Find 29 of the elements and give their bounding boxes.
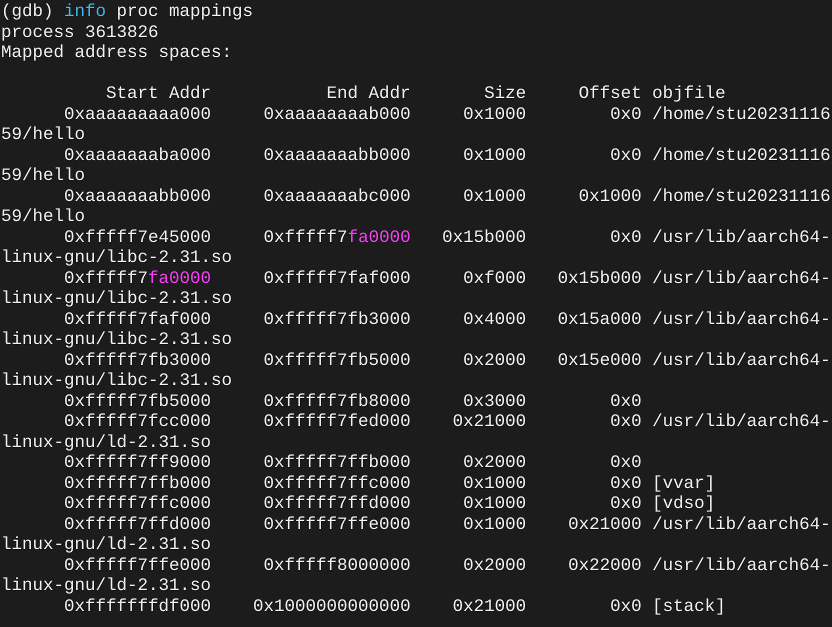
terminal-line: 0xfffff7ff9000 0xfffff7ffb000 0x2000 0x0 bbox=[63, 453, 642, 474]
terminal-line: 0xfffff7ffd000 0xfffff7ffe000 0x1000 0x21000 /usr/lib/aarch64- bbox=[63, 514, 831, 535]
terminal-line: (gdb) info proc mappings bbox=[1, 2, 254, 22]
terminal-line: linux-gnu/libc-2.31.so bbox=[1, 289, 232, 310]
terminal-line: 0xfffff7fb3000 0xfffff7fb5000 0x2000 0x15e000 /usr/lib/aarch64- bbox=[63, 350, 831, 371]
terminal-line: 0xfffffffdf000 0x1000000000000 0x21000 0x0 [stack] bbox=[63, 596, 726, 617]
terminal-line: Start Addr End Addr Size Offset objfile bbox=[105, 84, 726, 104]
terminal-line: 0xfffff7e45000 0xfffff7fa0000 0x15b000 0x0 /usr/lib/aarch64- bbox=[63, 228, 831, 248]
terminal-line: 0xfffff7ffe000 0xfffff8000000 0x2000 0x22000 /usr/lib/aarch64- bbox=[63, 556, 831, 576]
terminal-line: 0xaaaaaaaba000 0xaaaaaaabb000 0x1000 0x0 /home/stu20231116 bbox=[63, 146, 831, 166]
terminal-line: 0xfffff7fb5000 0xfffff7fb8000 0x3000 0x0 bbox=[63, 392, 642, 412]
terminal-line: 59/hello bbox=[1, 166, 86, 186]
terminal-line: Mapped address spaces: bbox=[1, 43, 232, 64]
terminal-line: linux-gnu/libc-2.31.so bbox=[1, 371, 232, 392]
terminal-line: 59/hello bbox=[1, 125, 86, 146]
terminal-line: 0xfffff7fa0000 0xfffff7faf000 0xf000 0x15b000 /usr/lib/aarch64- bbox=[63, 268, 831, 289]
terminal-line: 0xfffff7ffc000 0xfffff7ffd000 0x1000 0x0 [vdso] bbox=[63, 494, 716, 514]
terminal-line: process 3613826 bbox=[1, 22, 159, 43]
terminal-line: linux-gnu/libc-2.31.so bbox=[1, 248, 232, 268]
terminal-line: 59/hello bbox=[1, 207, 86, 228]
terminal-line: linux-gnu/libc-2.31.so bbox=[1, 330, 232, 350]
terminal-line: linux-gnu/ld-2.31.so bbox=[1, 535, 212, 556]
terminal-line: 0xaaaaaaaaa000 0xaaaaaaaab000 0x1000 0x0 /home/stu20231116 bbox=[63, 104, 831, 125]
terminal-line: linux-gnu/ld-2.31.so bbox=[1, 432, 212, 453]
terminal-line: 0xfffff7fcc000 0xfffff7fed000 0x21000 0x0 /usr/lib/aarch64- bbox=[63, 412, 831, 432]
terminal-line: 0xfffff7faf000 0xfffff7fb3000 0x4000 0x15a000 /usr/lib/aarch64- bbox=[63, 310, 831, 330]
terminal-line: 0xaaaaaaabb000 0xaaaaaaabc000 0x1000 0x1000 /home/stu20231116 bbox=[63, 186, 831, 207]
terminal-line: 0xfffff7ffb000 0xfffff7ffc000 0x1000 0x0 [vvar] bbox=[63, 474, 716, 494]
terminal-line: linux-gnu/ld-2.31.so bbox=[1, 576, 212, 596]
